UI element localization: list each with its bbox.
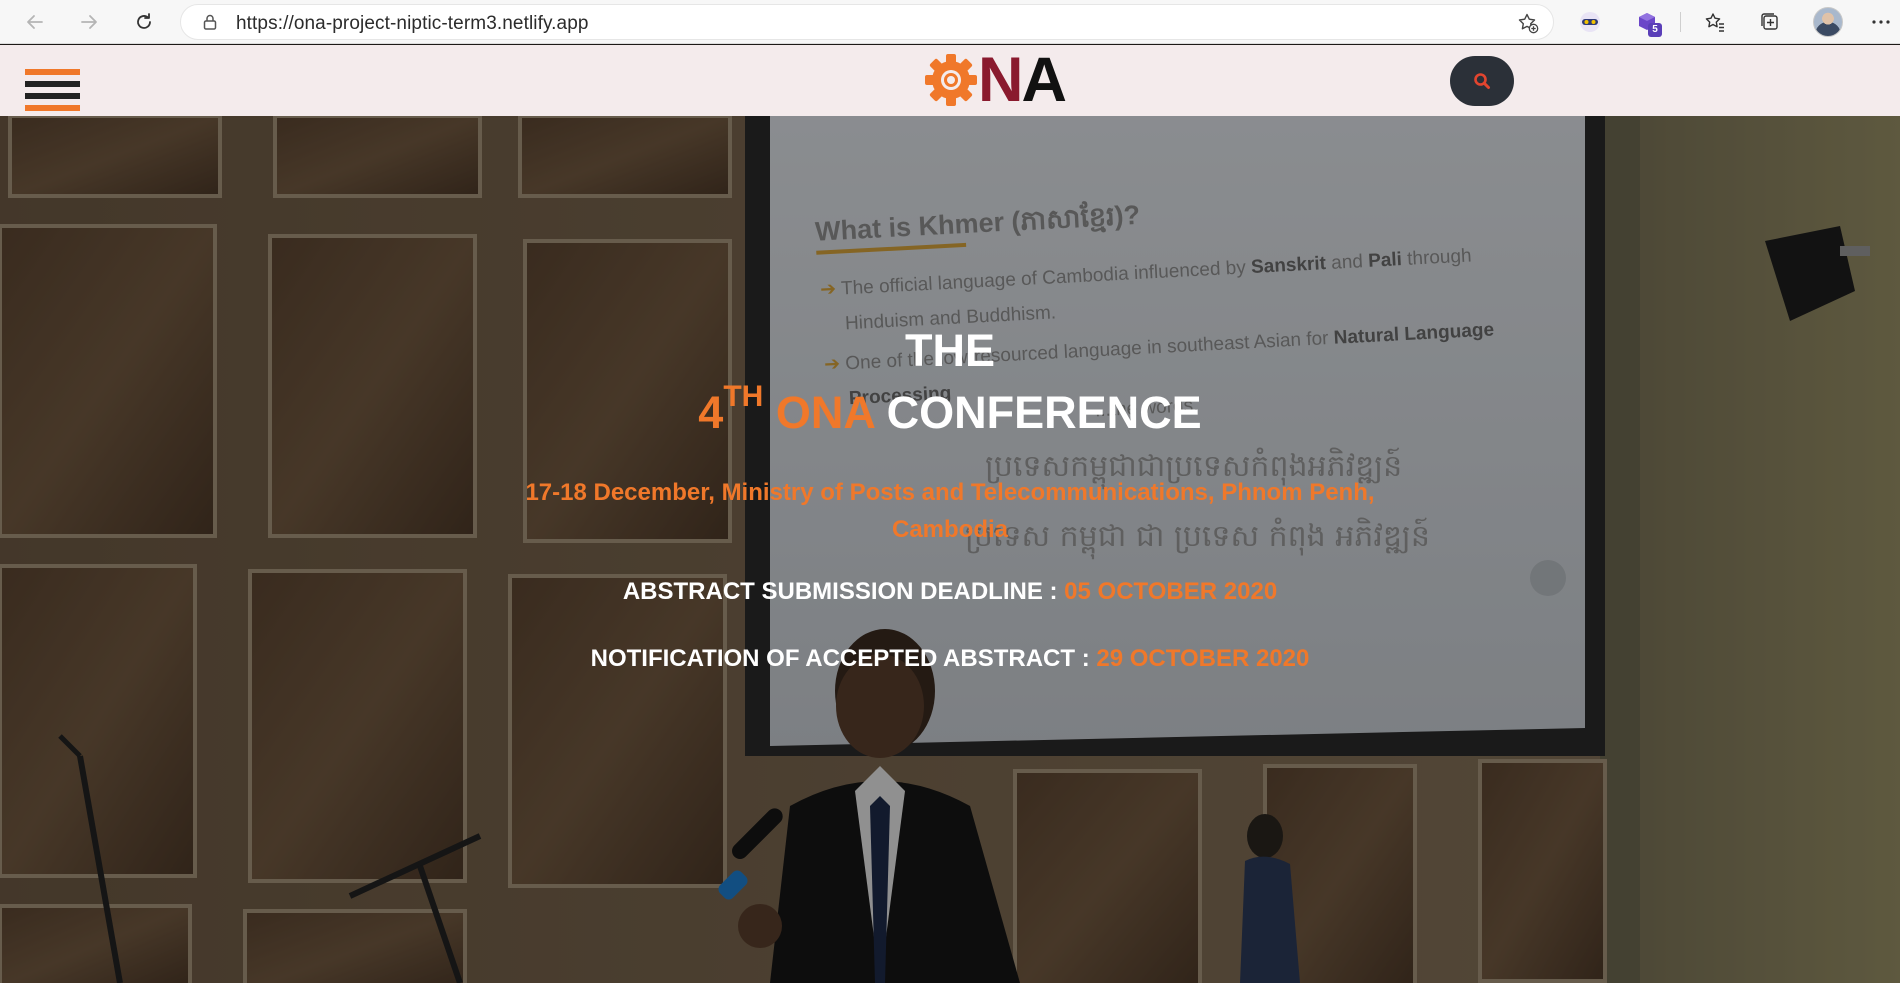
profile-avatar[interactable] [1813, 7, 1843, 37]
hamburger-bar [25, 69, 80, 75]
favorites-star-icon [1705, 13, 1724, 32]
event-date-location: 17-18 December, Ministry of Posts and Te… [525, 479, 1375, 543]
hero-dark-overlay [0, 116, 1900, 983]
refresh-button[interactable] [127, 5, 161, 39]
more-dots-icon [1872, 20, 1890, 24]
address-bar[interactable]: https://ona-project-niptic-term3.netlify… [180, 4, 1554, 40]
extension-badge: 5 [1648, 23, 1662, 37]
refresh-icon [137, 13, 151, 29]
logo-letter-n: N [978, 45, 1023, 115]
forward-button[interactable] [72, 5, 106, 39]
hero-title-the: THE [905, 325, 995, 376]
deadline-label: ABSTRACT SUBMISSION DEADLINE : [622, 578, 1065, 605]
search-button[interactable] [1450, 56, 1514, 106]
extension-reader[interactable] [1575, 7, 1605, 37]
hamburger-bar [25, 81, 80, 87]
collections-icon [1761, 13, 1778, 30]
add-favorite-icon[interactable] [1517, 12, 1539, 34]
arrow-right-icon [81, 15, 97, 29]
collections-button[interactable] [1755, 7, 1785, 37]
ordinal-suffix: TH [723, 380, 764, 413]
brand-ona: ONA [775, 387, 875, 438]
browser-toolbar: https://ona-project-niptic-term3.netlify… [0, 0, 1900, 44]
notification-date: 29 OCTOBER 2020 [1096, 645, 1310, 672]
hamburger-bar [25, 105, 80, 111]
deadline-date: 05 OCTOBER 2020 [1064, 578, 1278, 605]
abstract-deadline: ABSTRACT SUBMISSION DEADLINE : 05 OCTOBE… [450, 578, 1450, 606]
ordinal-number: 4 [698, 387, 724, 438]
settings-more-button[interactable] [1866, 7, 1896, 37]
extension-cube[interactable]: 5 [1632, 7, 1662, 37]
conference-word: CONFERENCE [886, 387, 1202, 438]
url-text[interactable]: https://ona-project-niptic-term3.netlify… [236, 13, 589, 35]
arrow-left-icon [27, 15, 43, 29]
search-icon [1474, 73, 1490, 89]
toolbar-divider [1680, 12, 1681, 32]
gear-icon [925, 54, 977, 106]
hero-title-conference: 4TH ONA CONFERENCE [450, 380, 1450, 443]
hamburger-bar [25, 93, 80, 99]
logo-text: NA [978, 49, 1067, 112]
notification-label: NOTIFICATION OF ACCEPTED ABSTRACT : [590, 645, 1097, 672]
back-button[interactable] [18, 5, 52, 39]
reader-mask-icon [1580, 12, 1600, 32]
ona-logo[interactable]: NA [924, 49, 1089, 112]
favorites-button[interactable] [1700, 7, 1730, 37]
logo-letter-a: A [1021, 45, 1067, 115]
hero-section: What is Khmer (ភាសាខ្មែរ)? ➔ The officia… [0, 116, 1900, 983]
site-header: NA [0, 45, 1900, 116]
notification-deadline: NOTIFICATION OF ACCEPTED ABSTRACT : 29 O… [450, 645, 1450, 673]
lock-icon [203, 14, 217, 30]
menu-button[interactable] [25, 69, 80, 113]
